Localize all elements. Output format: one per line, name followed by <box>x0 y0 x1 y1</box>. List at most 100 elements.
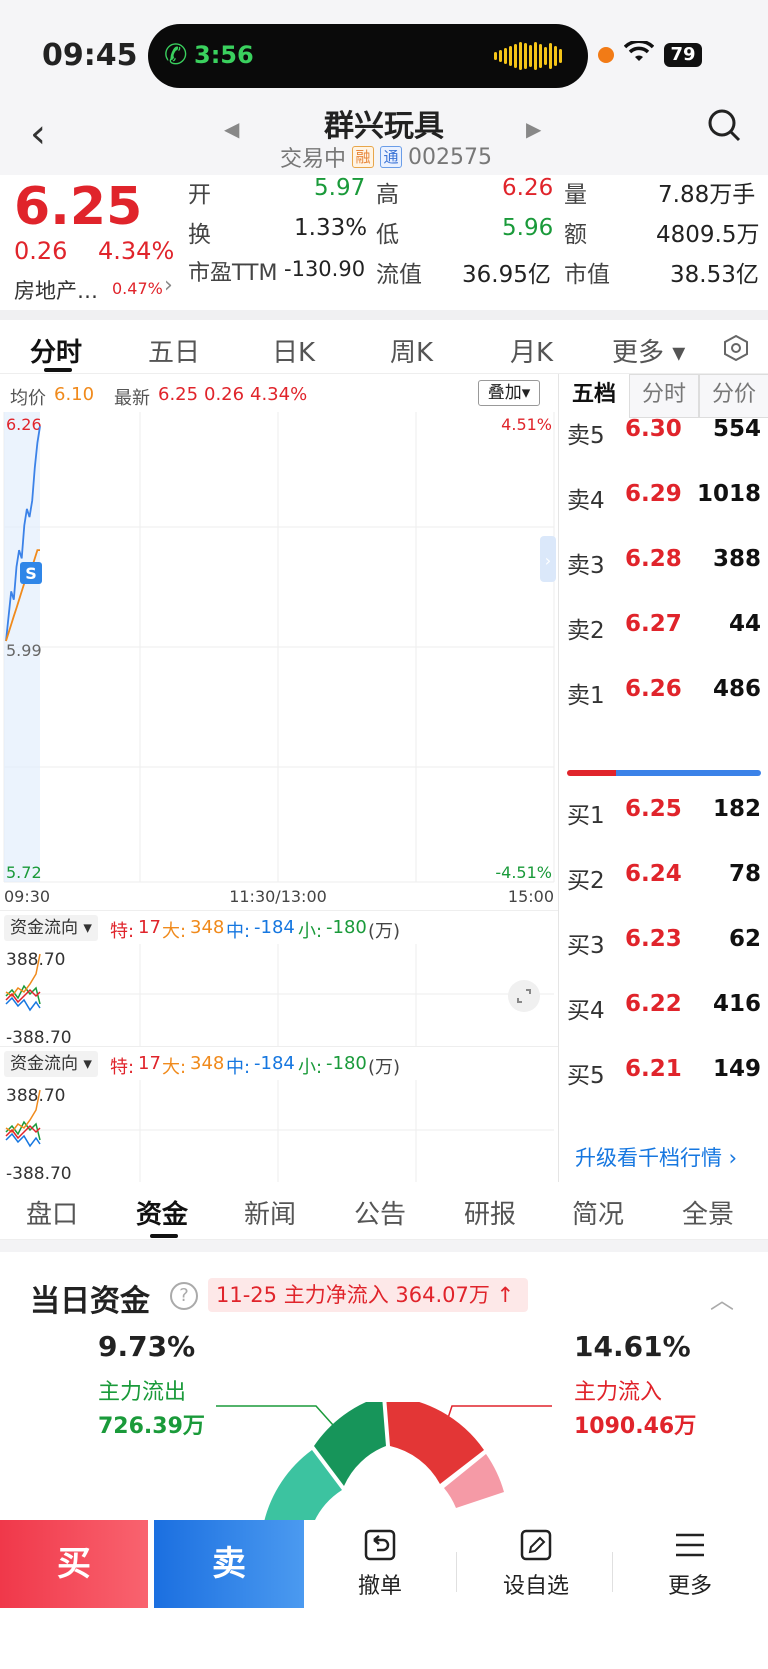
wifi-icon <box>623 39 655 70</box>
settings-icon[interactable] <box>722 334 750 369</box>
latest-pct: 4.34% <box>250 384 308 405</box>
margin-tag: 融 <box>352 146 375 168</box>
bid-label: 买3 <box>567 933 605 959</box>
bid-label: 买1 <box>567 803 605 829</box>
call-timer: 3:56 <box>194 41 254 69</box>
flow-zhong-label: 中: <box>226 1057 251 1078</box>
bid-price: 6.24 <box>625 861 682 887</box>
y-left-top: 6.26 <box>6 415 42 434</box>
expand-chevron-icon: › <box>545 551 551 570</box>
flow-select-2[interactable]: 资金流向 ▾ <box>4 1051 98 1077</box>
flow-chart-2[interactable] <box>0 1080 558 1182</box>
add-watchlist-button[interactable]: 设自选 <box>476 1528 596 1600</box>
more-button[interactable]: 更多 <box>630 1528 750 1600</box>
sell-button[interactable]: 卖 <box>154 1520 304 1608</box>
avg-label: 均价 <box>10 388 46 409</box>
y-right-top: 4.51% <box>501 415 552 434</box>
tab-research[interactable]: 研报 <box>464 1194 516 1231</box>
low-value: 5.96 <box>502 215 554 241</box>
buy-sell-ratio-bar <box>567 770 761 776</box>
current-price: 6.25 <box>14 177 143 237</box>
turnover-value: 1.33% <box>294 215 368 241</box>
market-cap-label: 市值 <box>564 262 610 288</box>
ask-row[interactable]: 卖5 6.30 554 <box>567 410 761 450</box>
cancel-order-button[interactable]: 撤单 <box>320 1528 440 1600</box>
order-book: 五档 分时 分价 卖5 6.30 554 卖4 6.29 1018 卖3 6.28 388 … <box>558 374 768 1182</box>
tab-daily-k[interactable]: 日K <box>272 332 315 369</box>
fund-donut-chart[interactable] <box>240 1402 540 1522</box>
tab-five-day[interactable]: 五日 <box>148 332 200 369</box>
flow-te-value: 17 <box>138 917 161 938</box>
flow-te-value: 17 <box>138 1053 161 1074</box>
s-marker[interactable]: S <box>20 562 42 584</box>
tab-fund[interactable]: 资金 <box>136 1194 188 1231</box>
tab-orderbook[interactable]: 盘口 <box>26 1194 78 1231</box>
x-label-midday: 11:30/13:00 <box>229 887 327 906</box>
buy-button[interactable]: 买 <box>0 1520 148 1608</box>
overlay-dropdown[interactable]: 叠加▾ <box>478 380 540 406</box>
ask-label: 卖2 <box>567 618 605 644</box>
tab-weekly-k[interactable]: 周K <box>390 332 433 369</box>
chart-tabs: 分时 五日 日K 周K 月K 更多 ▾ <box>0 322 768 374</box>
stock-name: 群兴玩具 <box>324 109 444 144</box>
avg-value: 6.10 <box>54 384 95 405</box>
chevron-right-icon[interactable]: › <box>164 273 173 298</box>
dynamic-island[interactable]: ✆ 3:56 <box>148 24 588 88</box>
flow-te-label: 特: <box>110 1057 135 1078</box>
ask-row[interactable]: 卖1 6.26 486 <box>567 670 761 710</box>
bid-volume: 62 <box>728 926 761 952</box>
price-change-pct: 4.34% <box>98 237 175 265</box>
ask-row[interactable]: 卖4 6.29 1018 <box>567 475 761 515</box>
flow-da-value: 348 <box>190 917 225 938</box>
flow-unit: (万) <box>368 921 401 942</box>
bid-label: 买2 <box>567 868 605 894</box>
price-change: 0.26 <box>14 237 68 265</box>
amount-label: 额 <box>564 222 587 248</box>
tab-monthly-k[interactable]: 月K <box>510 332 553 369</box>
flow-te-label: 特: <box>110 921 135 942</box>
y-left-bottom: 5.72 <box>6 863 42 882</box>
intraday-chart[interactable]: 6.26 5.99 5.72 4.51% -4.51% 09:30 11:30/… <box>0 412 558 912</box>
tab-announcements[interactable]: 公告 <box>354 1194 406 1231</box>
market-cap-value: 38.53亿 <box>670 262 759 288</box>
bid-row[interactable]: 买1 6.25 182 <box>567 790 761 830</box>
tab-profile[interactable]: 简况 <box>572 1194 624 1231</box>
low-label: 低 <box>376 222 399 248</box>
trading-status: 交易中 <box>280 147 347 172</box>
latest-label: 最新 <box>114 388 150 409</box>
flow-da-value: 348 <box>190 1053 225 1074</box>
flow-unit: (万) <box>368 1057 401 1078</box>
ask-label: 卖1 <box>567 683 605 709</box>
bid-row[interactable]: 买3 6.23 62 <box>567 920 761 960</box>
ask-label: 卖4 <box>567 488 605 514</box>
more-label: 更多 <box>667 1574 712 1599</box>
flow-xiao-label: 小: <box>298 1057 323 1078</box>
ask-row[interactable]: 卖2 6.27 44 <box>567 605 761 645</box>
sector-name[interactable]: 房地产… <box>14 275 98 305</box>
ask-row[interactable]: 卖3 6.28 388 <box>567 540 761 580</box>
tab-more[interactable]: 更多 ▾ <box>612 332 685 369</box>
flow-select-1[interactable]: 资金流向 ▾ <box>4 915 98 941</box>
flow-header-2: 资金流向 ▾ 特: 17 大: 348 中: -184 小: -180 (万) <box>0 1046 558 1080</box>
divider <box>0 1240 768 1252</box>
phone-icon: ✆ <box>164 38 188 71</box>
flow-chart-1[interactable] <box>0 944 558 1046</box>
open-value: 5.97 <box>314 175 366 201</box>
stock-header: ‹ ◀ 群兴玩具 ▶ 交易中 融 通 002575 <box>0 95 768 175</box>
ask-price: 6.26 <box>625 676 682 702</box>
bid-label: 买4 <box>567 998 605 1024</box>
tab-intraday[interactable]: 分时 <box>30 332 82 369</box>
bid-row[interactable]: 买4 6.22 416 <box>567 985 761 1025</box>
upgrade-level2-link[interactable]: 升级看千档行情 › <box>575 1142 737 1172</box>
bid-row[interactable]: 买2 6.24 78 <box>567 855 761 895</box>
bid-row[interactable]: 买5 6.21 149 <box>567 1050 761 1090</box>
s-marker-label: S <box>25 564 37 583</box>
tab-news[interactable]: 新闻 <box>244 1194 296 1231</box>
next-stock-icon[interactable]: ▶ <box>526 117 541 141</box>
turnover-label: 换 <box>188 222 211 248</box>
stock-subtitle: 交易中 融 通 002575 <box>280 141 492 173</box>
recording-dot-icon <box>598 47 614 63</box>
tab-overview[interactable]: 全景 <box>682 1194 734 1231</box>
bid-volume: 149 <box>712 1056 761 1082</box>
search-icon[interactable] <box>706 107 742 143</box>
